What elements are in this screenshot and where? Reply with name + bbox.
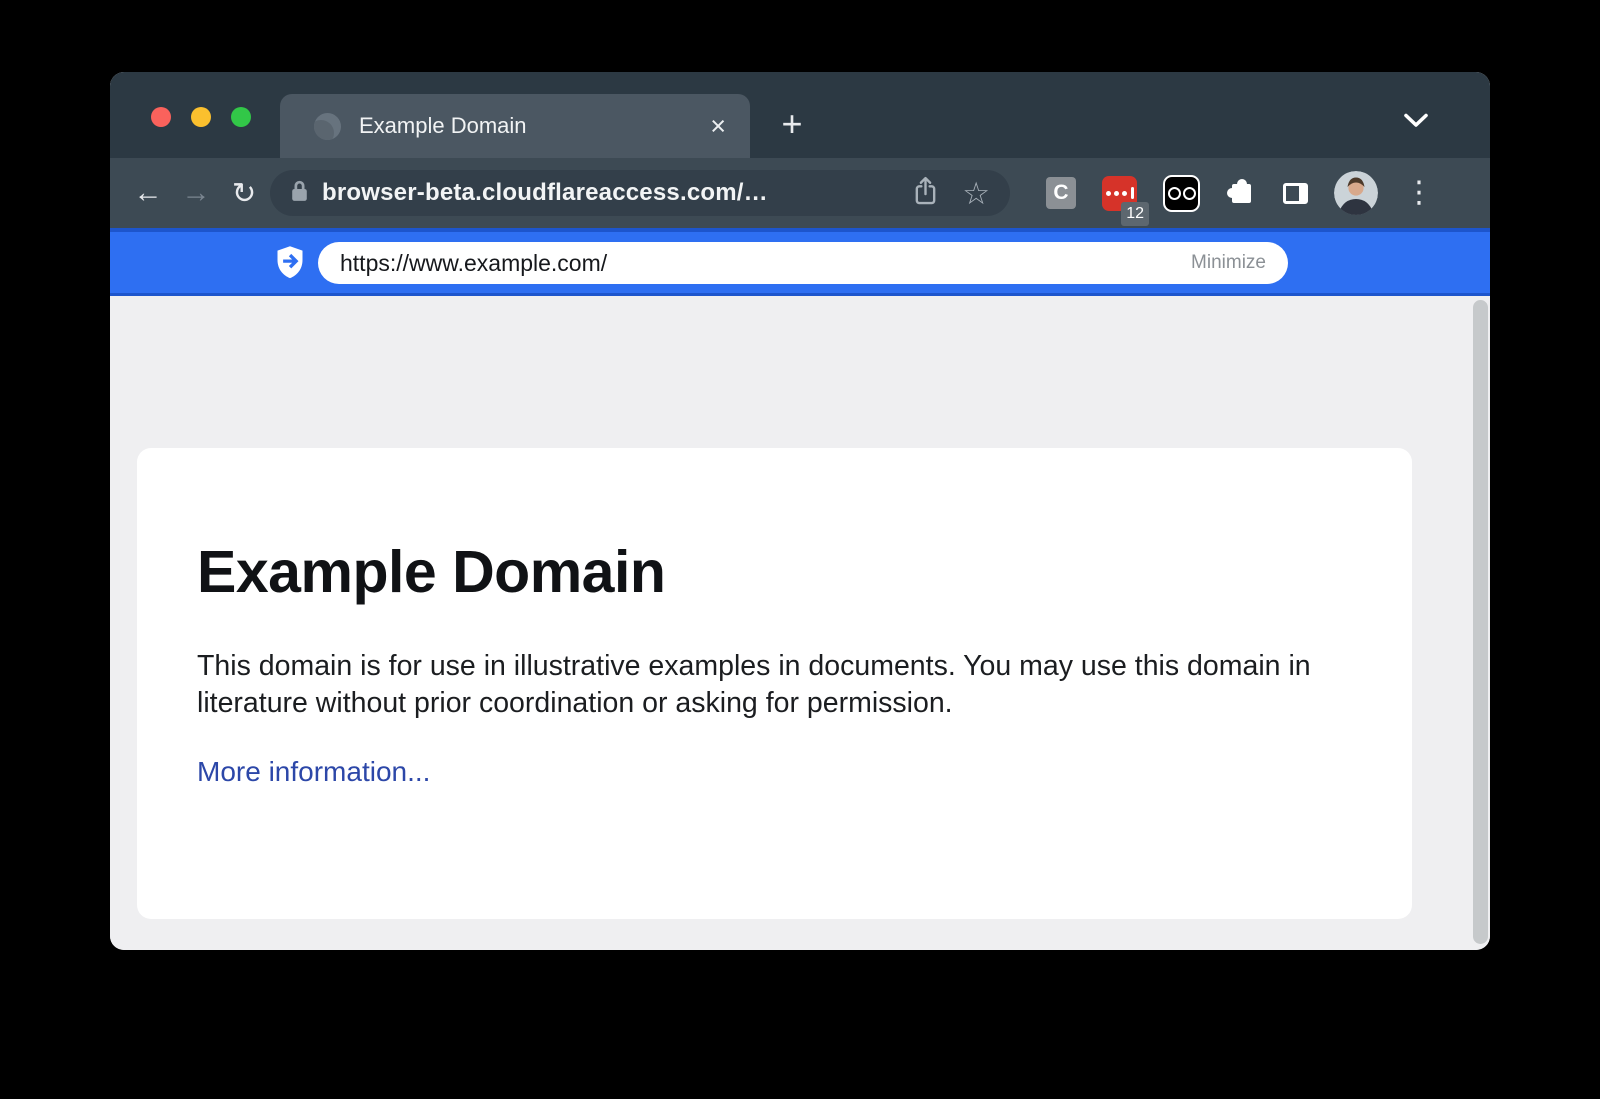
minimize-button[interactable]: Minimize [1191, 252, 1266, 274]
access-shield-icon [275, 245, 305, 285]
share-icon[interactable] [913, 175, 938, 211]
browser-window: Example Domain × + ← → ↻ browser-beta.cl… [110, 72, 1490, 950]
window-close-button[interactable] [151, 107, 171, 127]
reload-button[interactable]: ↻ [222, 171, 266, 215]
window-minimize-button[interactable] [191, 107, 211, 127]
cloudflare-access-bar: https://www.example.com/ Minimize [110, 228, 1490, 296]
browser-toolbar: ← → ↻ browser-beta.cloudflareaccess.com/… [110, 158, 1490, 228]
extension-badge-count: 12 [1121, 202, 1149, 226]
content-card: Example Domain This domain is for use in… [137, 448, 1412, 919]
isolation-url-bar[interactable]: https://www.example.com/ Minimize [318, 242, 1288, 284]
omnibox-url-text: browser-beta.cloudflareaccess.com/… [322, 179, 768, 207]
bookmark-star-icon[interactable]: ☆ [962, 178, 990, 209]
tab-title: Example Domain [359, 113, 527, 139]
globe-favicon-icon [314, 113, 341, 140]
profile-avatar[interactable] [1334, 171, 1378, 215]
lock-icon [290, 178, 309, 208]
chevron-down-icon[interactable] [1402, 112, 1430, 134]
page-scrollbar[interactable] [1473, 300, 1488, 944]
forward-button[interactable]: → [174, 171, 218, 215]
side-panel-icon[interactable] [1283, 183, 1308, 204]
window-zoom-button[interactable] [231, 107, 251, 127]
tab-close-icon[interactable]: × [710, 113, 726, 140]
new-tab-button[interactable]: + [770, 94, 814, 154]
web-page-viewport: Example Domain This domain is for use in… [110, 296, 1490, 950]
tab-strip: Example Domain × + [110, 72, 1490, 158]
isolated-page-url: https://www.example.com/ [340, 250, 607, 277]
extensions-puzzle-icon[interactable] [1232, 184, 1251, 203]
browser-tab[interactable]: Example Domain × [280, 94, 750, 158]
extension-two-circles-icon[interactable] [1163, 175, 1200, 212]
extension-c-button[interactable]: C [1046, 177, 1076, 209]
page-heading: Example Domain [197, 538, 1352, 606]
page-paragraph: This domain is for use in illustrative e… [197, 648, 1347, 722]
back-button[interactable]: ← [126, 171, 170, 215]
more-information-link[interactable]: More information... [197, 756, 430, 788]
extension-password-manager-icon[interactable]: 12 [1102, 176, 1137, 211]
extension-area: C 12 ⋮ [1046, 171, 1434, 215]
browser-menu-kebab-icon[interactable]: ⋮ [1404, 178, 1434, 208]
address-bar[interactable]: browser-beta.cloudflareaccess.com/… ☆ [270, 170, 1010, 216]
